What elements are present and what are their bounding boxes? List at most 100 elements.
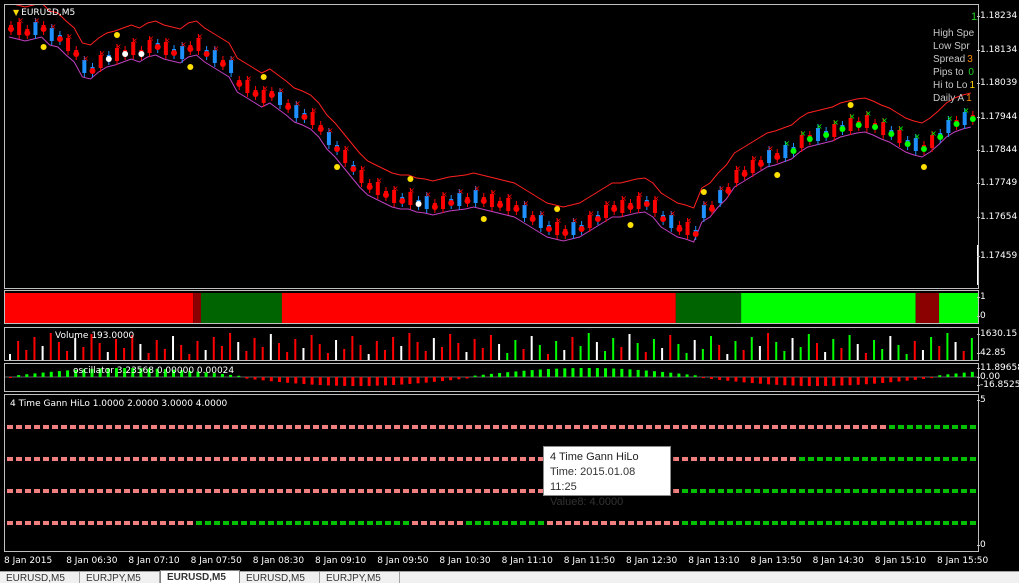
gann-block xyxy=(178,457,184,461)
gann-block xyxy=(790,425,796,429)
oscillator-bar xyxy=(335,377,339,386)
info-label: Low Spr xyxy=(933,41,970,52)
info-label: Daily A xyxy=(933,93,965,104)
oscillator-bar xyxy=(628,369,632,377)
oscillator-bar xyxy=(441,377,445,382)
gann-block xyxy=(511,425,517,429)
gann-block xyxy=(862,521,868,525)
oscillator-bar xyxy=(799,377,803,386)
gann-block xyxy=(439,489,445,493)
volume-bar xyxy=(962,351,965,360)
oscillator-bar xyxy=(652,371,656,377)
gann-block xyxy=(421,425,427,429)
price-chart-canvas[interactable]: × × × × × × × × × × × × × × × × × × × × × × × × × × × × × × × × × × × × × × × ×… xyxy=(5,5,979,289)
oscillator-bar xyxy=(432,377,436,382)
trend-dot xyxy=(122,51,129,57)
volume-bar xyxy=(277,343,280,360)
volume-bar xyxy=(367,354,370,360)
gann-block xyxy=(106,457,112,461)
price-tick: 1.17844 xyxy=(976,145,1018,155)
gann-block xyxy=(655,521,661,525)
trend-cross-marker: × xyxy=(653,194,660,203)
dropdown-triangle-icon[interactable]: ▼ xyxy=(13,8,19,17)
gann-block xyxy=(700,457,706,461)
gann-block xyxy=(745,489,751,493)
gann-block xyxy=(331,425,337,429)
chart-tab[interactable]: EURUSD,M5 xyxy=(160,570,240,583)
volume-scale: 1630.15 42.85 xyxy=(976,327,1019,361)
gann-block xyxy=(763,457,769,461)
info-top-value: 12 xyxy=(971,11,978,23)
chart-tab[interactable]: EURJPY,M5 xyxy=(320,572,400,583)
oscillator-bar xyxy=(775,377,779,385)
gann-block xyxy=(16,521,22,525)
volume-bar xyxy=(441,347,444,360)
gann-block xyxy=(682,521,688,525)
volume-bar xyxy=(82,347,85,360)
gann-hilo-pane[interactable]: 4 Time Gann HiLo 1.0000 2.0000 3.0000 4.… xyxy=(4,394,979,552)
chart-tab[interactable]: EURJPY,M5 xyxy=(80,572,160,583)
gann-block xyxy=(961,425,967,429)
oscillator-bar xyxy=(604,368,608,377)
gann-block xyxy=(844,457,850,461)
info-row: Hi to Lo 1 xyxy=(933,79,978,92)
gann-block xyxy=(538,425,544,429)
gann-block xyxy=(673,457,679,461)
gann-block xyxy=(232,425,238,429)
gann-block xyxy=(151,489,157,493)
volume-bar xyxy=(318,344,321,360)
gann-block xyxy=(178,521,184,525)
gann-block xyxy=(772,489,778,493)
gann-block xyxy=(772,425,778,429)
oscillator-bar xyxy=(457,377,461,380)
gann-block xyxy=(826,489,832,493)
indicator-tooltip: 4 Time Gann HiLo Time: 2015.01.08 11:25 … xyxy=(543,446,671,508)
price-scale[interactable]: 1.18234 1.18134 1.18039 1.17944 1.17844 1.177… xyxy=(976,4,1019,289)
gann-block xyxy=(268,425,274,429)
gann-block xyxy=(7,489,13,493)
oscillator-pane[interactable]: oscillator 3.23568 0.00000 0.00024 xyxy=(4,363,979,392)
trend-dot xyxy=(545,226,552,232)
time-axis[interactable]: 8 Jan 2015 8 Jan 06:30 8 Jan 07:10 8 Jan 07… xyxy=(4,553,1019,569)
gann-block xyxy=(502,457,508,461)
gann-block xyxy=(430,489,436,493)
trend-cross-marker: × xyxy=(604,199,611,208)
trend-dot xyxy=(8,26,14,32)
trend-cross-marker: × xyxy=(474,184,481,193)
gann-block xyxy=(520,457,526,461)
chart-tab[interactable]: EURUSD,M5 xyxy=(0,572,80,583)
gann-block xyxy=(16,425,22,429)
volume-bar xyxy=(286,352,289,360)
gann-block xyxy=(232,457,238,461)
trend-dot xyxy=(366,184,373,190)
gann-block xyxy=(205,489,211,493)
oscillator-bar xyxy=(424,377,428,383)
main-chart-pane[interactable]: × × × × × × × × × × × × × × × × × × × × × × × × × × × × × × × × × × × × × × × ×… xyxy=(4,4,979,289)
trend-cross-marker: × xyxy=(637,190,644,199)
gann-block xyxy=(277,425,283,429)
gann-block xyxy=(61,521,67,525)
info-row: Pips to 0 xyxy=(933,66,978,79)
time-label: 8 Jan 15:50 xyxy=(937,556,989,566)
gann-block xyxy=(187,521,193,525)
gann-block xyxy=(934,489,940,493)
trend-cross-marker: × xyxy=(148,34,155,43)
hilo-indicator-pane[interactable] xyxy=(4,290,979,324)
gann-block xyxy=(304,489,310,493)
oscillator-bar xyxy=(49,371,53,377)
gann-block xyxy=(502,425,508,429)
gann-block xyxy=(754,457,760,461)
chart-tab[interactable]: EURUSD,M5 xyxy=(240,572,320,583)
gann-block xyxy=(421,457,427,461)
gann-block xyxy=(745,425,751,429)
volume-bar xyxy=(25,350,28,360)
volume-pane[interactable]: Volume 193.0000 xyxy=(4,327,979,361)
info-value: 1 xyxy=(966,93,972,104)
gann-block xyxy=(466,489,472,493)
gann-block xyxy=(52,425,58,429)
hilo-tick-low: 0 xyxy=(977,311,986,321)
gann-block xyxy=(466,457,472,461)
oscillator-bar xyxy=(326,377,330,386)
oscillator-bar xyxy=(522,370,526,377)
volume-bar xyxy=(269,334,272,360)
